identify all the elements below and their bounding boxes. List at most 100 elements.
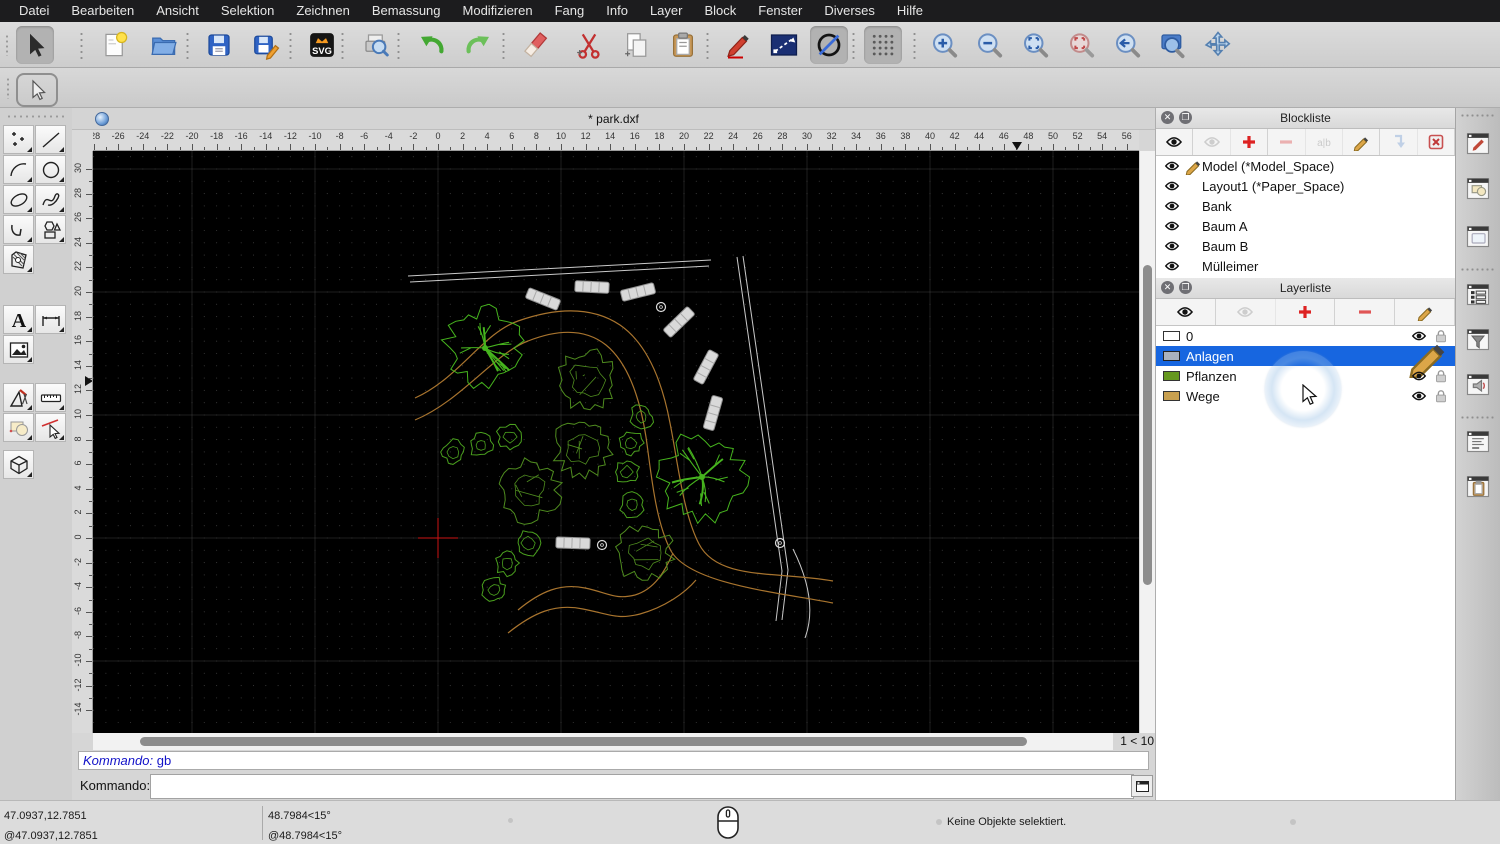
print-preview-button[interactable] <box>357 26 395 64</box>
layer-list-row[interactable]: Anlagen <box>1156 344 1455 378</box>
bush[interactable] <box>619 491 645 519</box>
open-file-button[interactable] <box>145 26 183 64</box>
add-layer-button[interactable] <box>1276 299 1336 325</box>
layer-color-swatch[interactable] <box>1163 331 1180 341</box>
layer-color-swatch[interactable] <box>1163 391 1180 401</box>
zoom-previous-button[interactable] <box>1108 26 1146 64</box>
trash-bin[interactable] <box>596 539 608 551</box>
line-tool[interactable] <box>35 125 66 154</box>
tree-baum-b[interactable] <box>498 457 564 525</box>
shape-tool[interactable] <box>35 215 66 244</box>
clipboard-panel-button[interactable] <box>1462 470 1494 502</box>
library-browser-panel-button[interactable] <box>1462 220 1494 252</box>
bush[interactable] <box>495 423 523 451</box>
layer-list-row[interactable]: Pflanzen <box>1156 366 1455 386</box>
bush[interactable] <box>618 431 645 457</box>
paste-button[interactable] <box>664 26 702 64</box>
purge-block-button[interactable] <box>1418 129 1455 155</box>
block-list-row[interactable]: Bank <box>1156 196 1455 216</box>
bench[interactable] <box>525 287 561 311</box>
bush[interactable] <box>614 460 641 483</box>
pan-button[interactable] <box>1199 26 1237 64</box>
show-all-layers-button[interactable] <box>1156 299 1216 325</box>
menu-block[interactable]: Block <box>693 0 747 22</box>
menu-bearbeiten[interactable]: Bearbeiten <box>60 0 145 22</box>
point-tool[interactable] <box>3 125 34 154</box>
layer-color-swatch[interactable] <box>1163 351 1180 361</box>
bench[interactable] <box>663 306 695 338</box>
cut-button[interactable] <box>570 26 608 64</box>
text-tool[interactable]: A <box>3 305 34 334</box>
tree-baum-b[interactable] <box>557 348 614 411</box>
menu-info[interactable]: Info <box>595 0 639 22</box>
arc-tool[interactable] <box>3 155 34 184</box>
vertical-scrollbar-thumb[interactable] <box>1143 265 1152 585</box>
horizontal-scrollbar[interactable] <box>93 733 1113 750</box>
tree-baum-b[interactable] <box>614 525 676 581</box>
measure-tool[interactable] <box>35 383 66 412</box>
layer-lock-toggle[interactable] <box>1433 388 1449 404</box>
selection-pointer-button[interactable] <box>16 26 54 64</box>
edit-layer-button[interactable] <box>1395 299 1455 325</box>
undo-button[interactable] <box>413 26 451 64</box>
delete-button[interactable] <box>516 26 554 64</box>
modify-select-tool[interactable] <box>35 413 66 442</box>
menu-bemassung[interactable]: Bemassung <box>361 0 452 22</box>
vertical-scrollbar[interactable] <box>1139 151 1155 733</box>
menu-selektion[interactable]: Selektion <box>210 0 285 22</box>
spline-tool[interactable] <box>35 185 66 214</box>
hide-all-layers-button[interactable] <box>1216 299 1276 325</box>
zoom-selection-button[interactable] <box>1062 26 1100 64</box>
menu-ansicht[interactable]: Ansicht <box>145 0 210 22</box>
toolbar-drag-handle[interactable] <box>5 34 9 56</box>
menu-diverses[interactable]: Diverses <box>813 0 886 22</box>
command-history-panel-button[interactable] <box>1462 425 1494 457</box>
svg-export-button[interactable]: SVG <box>303 26 341 64</box>
draw-edit-button[interactable] <box>719 26 757 64</box>
selection-pointer-outline-button[interactable] <box>16 73 58 107</box>
block-list-row[interactable]: Model (*Model_Space) <box>1156 156 1455 176</box>
menu-datei[interactable]: Datei <box>8 0 60 22</box>
bush[interactable] <box>495 550 521 578</box>
hatch-tool[interactable] <box>3 245 34 274</box>
remove-layer-button[interactable] <box>1335 299 1396 325</box>
zoom-window-button[interactable] <box>1153 26 1191 64</box>
bench[interactable] <box>555 536 591 550</box>
bush[interactable] <box>517 530 542 557</box>
bench[interactable] <box>574 280 610 294</box>
save-button[interactable] <box>200 26 238 64</box>
hide-all-blocks-button[interactable] <box>1193 129 1231 155</box>
close-panel-button[interactable]: ✕ <box>1161 111 1174 124</box>
bush[interactable] <box>470 431 495 456</box>
layer-lock-toggle[interactable] <box>1433 368 1449 384</box>
notification-panel-button[interactable] <box>1462 368 1494 400</box>
menu-fang[interactable]: Fang <box>544 0 596 22</box>
show-all-blocks-button[interactable] <box>1156 129 1194 155</box>
image-tool[interactable] <box>3 335 34 364</box>
save-as-button[interactable] <box>247 26 285 64</box>
redo-button[interactable] <box>459 26 497 64</box>
bush[interactable] <box>440 438 465 465</box>
dimension-tool[interactable] <box>35 305 66 334</box>
property-editor-panel-button[interactable] <box>1462 127 1494 159</box>
grid-toggle-button[interactable] <box>864 26 902 64</box>
command-window-toggle-button[interactable] <box>1131 775 1153 797</box>
rename-block-button[interactable]: a|b <box>1306 129 1343 155</box>
bench[interactable] <box>620 282 656 302</box>
menu-fenster[interactable]: Fenster <box>747 0 813 22</box>
new-file-button[interactable] <box>97 26 135 64</box>
drawing-canvas[interactable] <box>93 151 1139 733</box>
block-list-row[interactable]: Layout1 (*Paper_Space) <box>1156 176 1455 196</box>
float-panel-button[interactable]: ❐ <box>1179 111 1192 124</box>
block-list-row[interactable]: Baum A <box>1156 216 1455 236</box>
layer-list-panel-button[interactable] <box>1462 278 1494 310</box>
circle-tool[interactable] <box>35 155 66 184</box>
add-block-button[interactable] <box>1231 129 1269 155</box>
close-panel-button[interactable]: ✕ <box>1161 281 1174 294</box>
remove-block-button[interactable] <box>1268 129 1306 155</box>
menu-modifizieren[interactable]: Modifizieren <box>452 0 544 22</box>
toolbar-drag-handle[interactable] <box>6 77 10 99</box>
horizontal-scrollbar-thumb[interactable] <box>140 737 1027 746</box>
tree-baum-b[interactable] <box>552 421 614 480</box>
zoom-in-button[interactable] <box>925 26 963 64</box>
